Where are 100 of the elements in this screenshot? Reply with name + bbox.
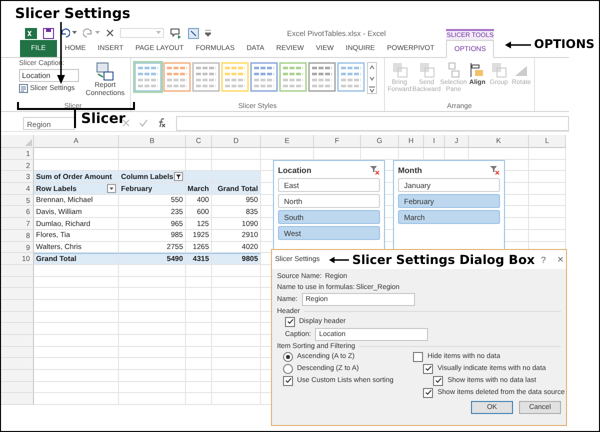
slicer-style-swatch[interactable] — [134, 62, 162, 92]
empty-cell[interactable] — [212, 335, 261, 347]
callout-label: Slicer Settings — [15, 6, 130, 22]
slicer-style-swatch[interactable] — [250, 62, 278, 92]
empty-cell[interactable] — [212, 358, 261, 370]
empty-cell[interactable] — [212, 382, 261, 394]
dropdown-field[interactable] — [120, 28, 164, 38]
empty-cell[interactable] — [119, 358, 186, 370]
empty-cell[interactable] — [119, 393, 186, 406]
row-header[interactable] — [1, 276, 34, 288]
empty-cell[interactable] — [186, 312, 212, 324]
help-button[interactable]: ? — [538, 254, 549, 264]
radio-button[interactable] — [283, 364, 293, 374]
spreadsheet-app-icon[interactable] — [25, 28, 37, 38]
row-header[interactable] — [1, 370, 34, 382]
row-header[interactable] — [1, 312, 34, 324]
callout-label: Slicer Settings Dialog Box — [352, 252, 535, 267]
empty-cell[interactable] — [529, 160, 566, 172]
empty-cell[interactable] — [212, 300, 261, 312]
empty-cell[interactable] — [212, 370, 261, 382]
empty-cell[interactable] — [119, 300, 186, 312]
empty-cell[interactable] — [186, 370, 212, 382]
checkbox[interactable] — [423, 364, 434, 374]
empty-cell[interactable] — [186, 393, 212, 406]
row-header[interactable] — [1, 358, 34, 370]
empty-cell[interactable] — [529, 171, 566, 184]
empty-cell[interactable] — [212, 288, 261, 300]
close-icon[interactable] — [106, 29, 114, 37]
empty-cell[interactable] — [119, 148, 186, 160]
empty-cell[interactable] — [529, 183, 566, 195]
clear-filter-icon[interactable] — [490, 166, 500, 174]
formula-input[interactable] — [176, 116, 569, 130]
checkbox[interactable] — [433, 376, 444, 386]
selection-pane-icon — [446, 62, 462, 78]
slicer-style-swatch[interactable] — [337, 62, 365, 92]
empty-cell[interactable] — [119, 312, 186, 324]
clear-filter-icon[interactable] — [370, 166, 380, 174]
checkbox[interactable] — [285, 316, 295, 326]
redo-icon[interactable] — [83, 28, 93, 38]
filter-icon[interactable] — [174, 172, 183, 182]
slicer-style-swatch[interactable] — [308, 62, 336, 92]
save-icon[interactable] — [43, 28, 54, 38]
caret-icon[interactable] — [72, 31, 77, 35]
row-header[interactable] — [1, 323, 34, 335]
empty-cell[interactable] — [119, 264, 186, 277]
chat-bubble-icon[interactable] — [170, 28, 182, 38]
bring-forward-icon — [392, 62, 408, 78]
row-header[interactable] — [1, 264, 34, 277]
row-header[interactable] — [1, 300, 34, 312]
empty-cell[interactable] — [212, 312, 261, 324]
empty-cell[interactable] — [212, 393, 261, 406]
slicer-style-swatch[interactable] — [192, 62, 220, 92]
empty-cell[interactable] — [119, 370, 186, 382]
empty-cell[interactable] — [186, 288, 212, 300]
empty-cell[interactable] — [212, 264, 261, 277]
select-all-icon[interactable] — [25, 139, 32, 146]
empty-cell[interactable] — [186, 323, 212, 335]
row-header[interactable] — [1, 346, 34, 358]
dropdown-icon[interactable] — [107, 184, 116, 193]
empty-cell[interactable] — [186, 300, 212, 312]
checkbox[interactable] — [423, 388, 434, 398]
callout-arrow — [505, 41, 531, 49]
slicer-style-swatch[interactable] — [163, 62, 191, 92]
empty-cell[interactable] — [212, 276, 261, 288]
empty-cell[interactable] — [529, 206, 566, 218]
slicer-style-swatch[interactable] — [279, 62, 307, 92]
empty-cell[interactable] — [529, 148, 566, 160]
checkbox[interactable] — [283, 376, 293, 386]
empty-cell[interactable] — [119, 288, 186, 300]
empty-cell[interactable] — [186, 264, 212, 277]
empty-cell[interactable] — [186, 358, 212, 370]
empty-cell[interactable] — [119, 346, 186, 358]
row-header[interactable] — [1, 382, 34, 394]
empty-cell[interactable] — [186, 335, 212, 347]
empty-cell[interactable] — [119, 335, 186, 347]
function-icon[interactable] — [157, 118, 167, 128]
empty-cell[interactable] — [186, 276, 212, 288]
checkmark-icon[interactable] — [139, 119, 148, 127]
empty-cell[interactable] — [119, 382, 186, 394]
empty-cell[interactable] — [186, 382, 212, 394]
empty-cell[interactable] — [119, 323, 186, 335]
empty-cell[interactable] — [212, 323, 261, 335]
customize-caret-icon[interactable] — [205, 30, 211, 36]
empty-cell[interactable] — [212, 346, 261, 358]
checkbox[interactable] — [413, 352, 424, 362]
touch-mode-icon[interactable] — [188, 28, 199, 38]
empty-cell[interactable] — [529, 194, 566, 206]
row-header[interactable] — [1, 288, 34, 300]
close-button[interactable]: × — [554, 254, 566, 266]
gallery-scrollbar[interactable] — [367, 62, 377, 94]
empty-cell[interactable] — [186, 148, 212, 160]
empty-cell[interactable] — [529, 230, 566, 242]
row-header[interactable] — [1, 393, 34, 406]
empty-cell[interactable] — [186, 346, 212, 358]
empty-cell[interactable] — [119, 276, 186, 288]
undo-icon[interactable] — [60, 28, 70, 38]
radio-button[interactable] — [283, 352, 293, 362]
empty-cell[interactable] — [212, 148, 261, 160]
empty-cell[interactable] — [529, 218, 566, 230]
row-header[interactable] — [1, 335, 34, 347]
